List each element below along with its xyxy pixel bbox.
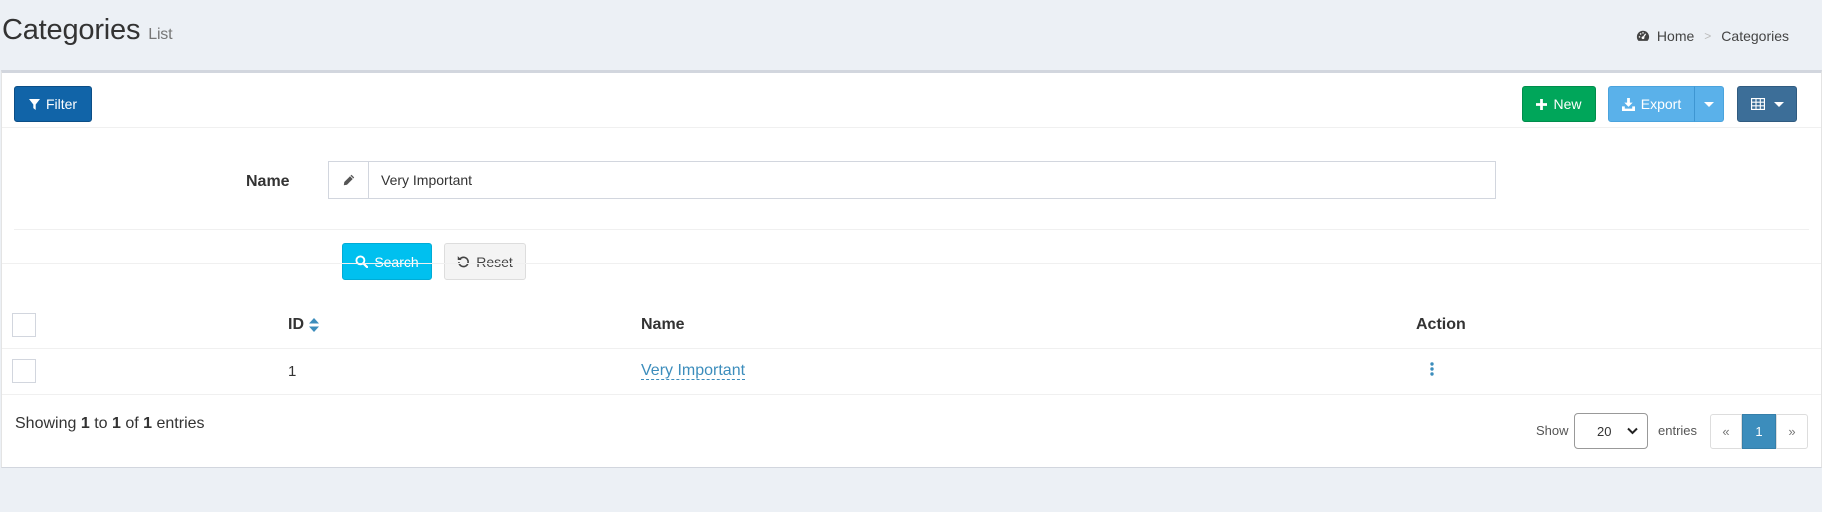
categories-grid-box: Filter New Export Name Search Reset [1,70,1822,468]
name-filter-label: Name [246,173,290,190]
column-header-id-label: ID [288,315,304,333]
dashboard-icon [1636,30,1649,41]
caret-down-icon [1704,101,1714,107]
new-button-label: New [1553,96,1582,112]
search-button-label: Search [374,253,419,270]
vertical-ellipsis-icon[interactable] [1430,362,1434,376]
divider [2,263,1821,264]
filter-button[interactable]: Filter [14,86,92,122]
search-icon [355,255,369,268]
summary-entries-word: entries [156,415,205,432]
caret-down-icon [1773,101,1784,107]
page-title-text: Categories [2,14,141,46]
page-subtitle: List [148,26,173,43]
pencil-icon [329,162,369,198]
select-all-checkbox[interactable] [12,312,36,337]
summary-from: 1 [80,415,90,432]
sort-icon[interactable] [309,317,319,332]
export-dropdown-toggle[interactable] [1694,86,1724,122]
table-grid-icon [1750,98,1765,110]
reset-button-label: Reset [476,253,513,270]
reset-button[interactable]: Reset [444,243,526,280]
breadcrumb-separator: > [1704,29,1712,43]
column-selector-button[interactable] [1737,86,1797,122]
entries-label: entries [1658,423,1698,438]
name-cell: Very Important [641,348,1416,395]
column-header-id[interactable]: ID [288,302,641,349]
summary-of-word: of [125,415,139,432]
divider [2,127,1821,128]
search-button[interactable]: Search [342,243,432,280]
new-button[interactable]: New [1522,86,1596,122]
pagination-summary: Showing 1 to 1 of 1 entries [15,415,205,433]
id-cell: 1 [288,348,641,395]
row-select-cell [2,348,288,395]
breadcrumb-current: Categories [1721,28,1789,44]
export-button-label: Export [1640,96,1682,112]
chevron-down-icon [1627,427,1638,435]
row-checkbox[interactable] [12,359,36,383]
filter-icon [28,98,40,110]
column-header-name: Name [641,302,1416,349]
table-header-row: ID Name Action [2,302,1821,349]
table-row: 1 Very Important [2,348,1821,395]
undo-icon [457,256,470,268]
show-label: Show [1536,423,1569,438]
select-all-cell [2,302,288,349]
divider [14,229,1809,230]
column-header-action: Action [1416,302,1821,349]
name-filter-group [328,161,1496,199]
content-header: Categories List Home > Categories [0,0,1822,70]
name-editable-link[interactable]: Very Important [641,362,746,380]
download-icon [1621,97,1635,111]
categories-table: ID Name Action 1 Very Important [2,302,1821,395]
filter-button-label: Filter [45,96,78,112]
next-page-button[interactable]: » [1776,414,1808,449]
page-button-current[interactable]: 1 [1742,414,1776,449]
page-size-value: 20 [1597,423,1612,439]
page-title: Categories List [2,14,173,47]
breadcrumb: Home > Categories [1636,28,1789,44]
pagination: « 1 » [1710,414,1808,449]
export-button[interactable]: Export [1608,86,1695,122]
summary-to: 1 [111,415,121,432]
summary-total: 1 [143,415,153,432]
page-size-select[interactable]: 20 [1574,413,1648,449]
summary-prefix: Showing [15,415,77,432]
action-cell [1416,348,1821,395]
name-filter-input[interactable] [369,162,1495,198]
summary-to-word: to [94,415,108,432]
plus-icon [1536,98,1548,110]
prev-page-button[interactable]: « [1710,414,1742,449]
breadcrumb-home-link[interactable]: Home [1657,28,1694,44]
